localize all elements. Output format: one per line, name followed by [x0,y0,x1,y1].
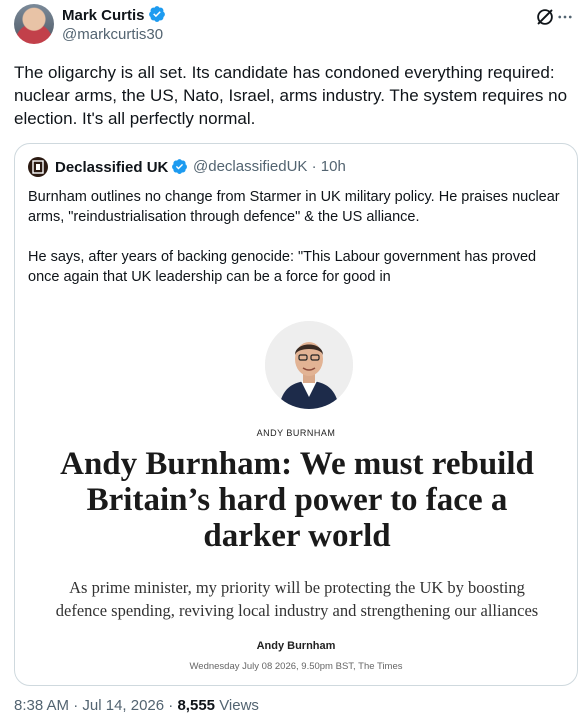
quoted-tweet[interactable]: Declassified UK @declassifiedUK · 10h Bu… [14,143,578,686]
quoted-text: Burnham outlines no change from Starmer … [28,187,568,307]
article-author: Andy Burnham [256,640,336,652]
article-dateline: Wednesday July 08 2026, 9.50pm BST, The … [189,661,403,672]
author-avatar[interactable] [14,4,54,44]
grok-icon[interactable] [534,6,556,28]
tweet-time[interactable]: 8:38 AM [14,697,69,714]
author-handle[interactable]: @markcurtis30 [62,26,163,43]
more-options-icon[interactable] [556,8,574,26]
views-count[interactable]: 8,555 [177,697,215,714]
quoted-author-handle[interactable]: @declassifiedUK [193,158,307,175]
declassified-logo-icon [28,157,48,177]
tweet-metadata: 8:38 AM · Jul 14, 2026 · 8,555 Views [14,697,259,714]
quoted-verified-badge-icon [172,159,188,174]
author-name-text[interactable]: Mark Curtis [62,7,145,24]
quoted-paragraph-2: He says, after years of backing genocide… [28,249,537,285]
quoted-paragraph-1: Burnham outlines no change from Starmer … [28,189,560,225]
quoted-author-name[interactable]: Declassified UK [55,158,188,176]
views-label[interactable]: Views [219,697,259,714]
article-standfirst: As prime minister, my priority will be p… [55,578,539,620]
meta-separator-1: · [73,697,79,714]
article-headline: Andy Burnham: We must rebuild Britain’s … [60,446,534,554]
meta-separator-2: · [168,697,174,714]
quoted-author-name-text[interactable]: Declassified UK [55,159,168,176]
verified-badge-icon [148,6,165,22]
quoted-author-handle-row[interactable]: @declassifiedUK · 10h [193,158,346,175]
author-name[interactable]: Mark Curtis [62,5,166,24]
tweet-text: The oligarchy is all set. Its candidate … [14,63,568,128]
quoted-timestamp[interactable]: · 10h [312,158,346,175]
tweet-date[interactable]: Jul 14, 2026 [82,697,164,714]
article-author-photo [265,321,353,409]
article-author-caps: ANDY BURNHAM [256,428,336,438]
